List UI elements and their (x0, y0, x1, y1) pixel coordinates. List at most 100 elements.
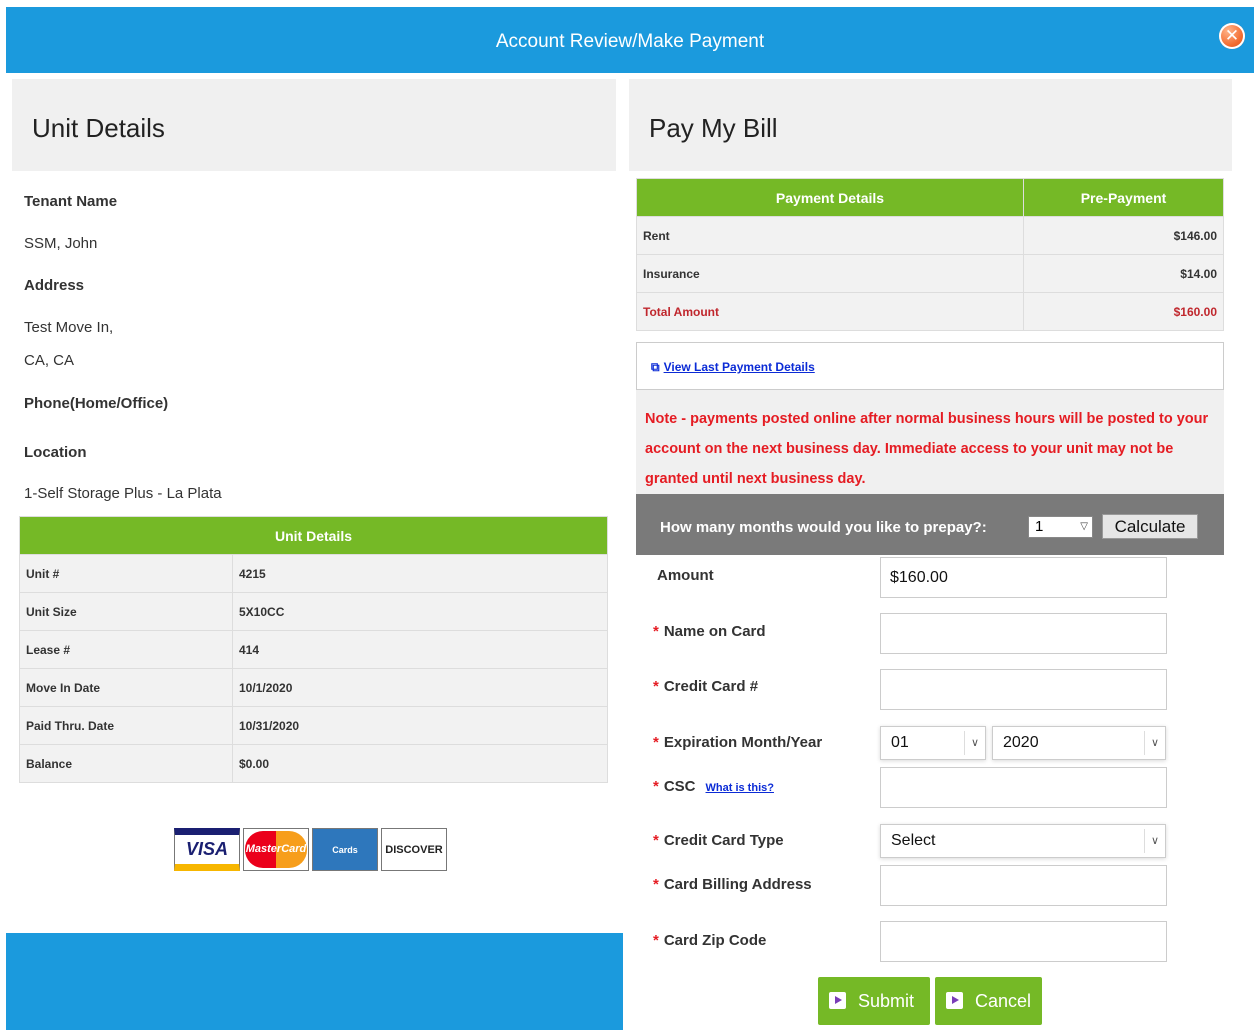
row-label: Unit # (19, 554, 233, 593)
total-label: Total Amount (636, 292, 1024, 331)
payment-details-table: Payment Details Pre-Payment Rent $146.00 … (636, 178, 1224, 331)
table-row: Balance $0.00 (19, 744, 608, 783)
cancel-button[interactable]: Cancel (935, 977, 1042, 1025)
prepay-months-select[interactable]: 1 ▽ (1028, 516, 1093, 538)
row-value: 414 (232, 630, 608, 669)
unit-details-heading: Unit Details (32, 113, 165, 143)
table-row: Total Amount $160.00 (636, 292, 1224, 331)
submit-button[interactable]: Submit (818, 977, 930, 1025)
billing-address-field[interactable] (880, 865, 1167, 906)
chevron-down-icon: ∨ (1144, 829, 1165, 853)
required-mark: * (653, 623, 659, 640)
phone-label: Phone(Home/Office) (24, 395, 169, 412)
play-icon (829, 992, 846, 1009)
csc-help-link[interactable]: What is this? (706, 782, 774, 794)
row-label: Rent (636, 216, 1024, 255)
unit-details-header: Unit Details (12, 79, 616, 171)
view-last-payment-label: View Last Payment Details (663, 360, 815, 374)
name-on-card-label: * Name on Card (653, 623, 766, 640)
name-on-card-field[interactable] (880, 613, 1167, 654)
chevron-down-icon: ∨ (964, 731, 985, 755)
expiration-text: Expiration Month/Year (663, 734, 823, 751)
visa-logo: VISA (174, 828, 240, 871)
row-value: $0.00 (232, 744, 608, 783)
row-value: $14.00 (1023, 254, 1224, 293)
row-value: $146.00 (1023, 216, 1224, 255)
chevron-down-icon: ∨ (1144, 731, 1165, 755)
close-icon[interactable]: ✕ (1219, 23, 1245, 49)
play-icon (946, 992, 963, 1009)
external-window-icon: ⧉ (651, 360, 660, 374)
table-row: Move In Date 10/1/2020 (19, 668, 608, 707)
prepay-question: How many months would you like to prepay… (660, 519, 987, 536)
expiration-label: * Expiration Month/Year (653, 734, 822, 751)
credit-card-number-field[interactable] (880, 669, 1167, 710)
window-titlebar: Account Review/Make Payment ✕ (6, 7, 1254, 73)
table-row: Paid Thru. Date 10/31/2020 (19, 706, 608, 745)
row-label: Insurance (636, 254, 1024, 293)
credit-card-number-label: * Credit Card # (653, 678, 758, 695)
billing-address-label: * Card Billing Address (653, 876, 812, 893)
discover-logo: DISCOVER (381, 828, 447, 871)
csc-field[interactable] (880, 767, 1167, 808)
prepay-months-value: 1 (1035, 518, 1044, 535)
mastercard-text: MasterCard (245, 831, 307, 868)
tenant-name-value: SSM, John (24, 235, 98, 252)
tenant-name-label: Tenant Name (24, 193, 118, 210)
row-label: Lease # (19, 630, 233, 669)
amex-logo: Cards (312, 828, 378, 871)
prepayment-col: Pre-Payment (1023, 178, 1224, 217)
card-type-select[interactable]: Select ∨ (880, 824, 1166, 858)
zip-code-text: Card Zip Code (663, 932, 767, 949)
table-row: Insurance $14.00 (636, 254, 1224, 293)
payment-details-col: Payment Details (636, 178, 1024, 217)
required-mark: * (653, 778, 659, 795)
chevron-down-icon: ▽ (1080, 521, 1088, 532)
required-mark: * (653, 678, 659, 695)
table-row: Unit Size 5X10CC (19, 592, 608, 631)
submit-label: Submit (858, 991, 915, 1011)
csc-text: CSC (663, 778, 696, 795)
row-value: 10/31/2020 (232, 706, 608, 745)
business-hours-note: Note - payments posted online after norm… (636, 390, 1224, 494)
row-label: Move In Date (19, 668, 233, 707)
amount-field[interactable]: $160.00 (880, 557, 1167, 598)
address-line1: Test Move In, (24, 319, 114, 336)
accepted-cards: VISA MasterCard Cards DISCOVER (174, 828, 447, 871)
card-type-text: Credit Card Type (663, 832, 784, 849)
csc-label: * CSC What is this? (653, 778, 774, 795)
row-value: 5X10CC (232, 592, 608, 631)
required-mark: * (653, 832, 659, 849)
row-value: 10/1/2020 (232, 668, 608, 707)
card-type-value: Select (891, 832, 936, 849)
required-mark: * (653, 876, 659, 893)
unit-details-table-title: Unit Details (19, 516, 608, 555)
row-label: Balance (19, 744, 233, 783)
window-title: Account Review/Make Payment (495, 31, 765, 52)
left-footer-bar (6, 933, 623, 1030)
expiration-year-value: 2020 (1003, 734, 1039, 751)
total-value: $160.00 (1023, 292, 1224, 331)
location-label: Location (24, 444, 87, 461)
name-on-card-text: Name on Card (663, 623, 766, 640)
mastercard-logo: MasterCard (243, 828, 309, 871)
expiration-year-select[interactable]: 2020 ∨ (992, 726, 1166, 760)
expiration-month-select[interactable]: 01 ∨ (880, 726, 986, 760)
pay-bill-heading: Pay My Bill (649, 113, 778, 143)
zip-code-label: * Card Zip Code (653, 932, 766, 949)
address-label: Address (24, 277, 85, 294)
table-row: Rent $146.00 (636, 216, 1224, 255)
amount-label: Amount (657, 567, 714, 584)
calculate-button[interactable]: Calculate (1102, 514, 1198, 539)
zip-code-field[interactable] (880, 921, 1167, 962)
view-last-payment-link[interactable]: ⧉ View Last Payment Details (651, 360, 815, 375)
cancel-label: Cancel (975, 991, 1032, 1011)
prepay-bar: How many months would you like to prepay… (636, 494, 1224, 555)
required-mark: * (653, 932, 659, 949)
unit-details-table: Unit Details Unit #4215 Unit Size 5X10CC … (19, 516, 608, 783)
card-type-label: * Credit Card Type (653, 832, 784, 849)
row-label: Unit Size (19, 592, 233, 631)
required-mark: * (653, 734, 659, 751)
pay-bill-header: Pay My Bill (629, 79, 1232, 171)
row-label: Paid Thru. Date (19, 706, 233, 745)
